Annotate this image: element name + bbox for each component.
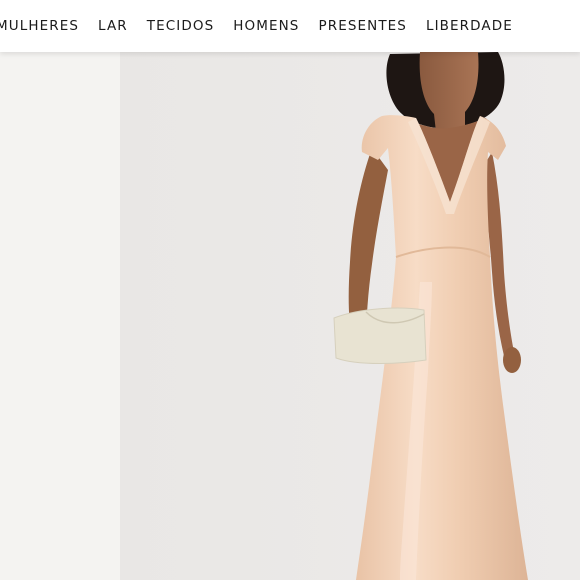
nav-item-mulheres[interactable]: MULHERES [0,18,79,34]
left-blank-panel [0,52,120,580]
product-image[interactable] [120,52,580,580]
clutch-bag [333,307,427,364]
model-right-hand [503,347,521,373]
nav-item-tecidos[interactable]: TECIDOS [147,18,214,34]
nav-item-homens[interactable]: HOMENS [233,18,299,34]
nav-item-presentes[interactable]: PRESENTES [318,18,407,34]
top-navigation: MULHERES LAR TECIDOS HOMENS PRESENTES LI… [0,0,580,52]
nav-item-liberdade[interactable]: LIBERDADE [426,18,513,34]
category-menu: MULHERES LAR TECIDOS HOMENS PRESENTES LI… [0,0,513,52]
nav-item-lar[interactable]: LAR [98,18,128,34]
model-illustration [120,52,580,580]
